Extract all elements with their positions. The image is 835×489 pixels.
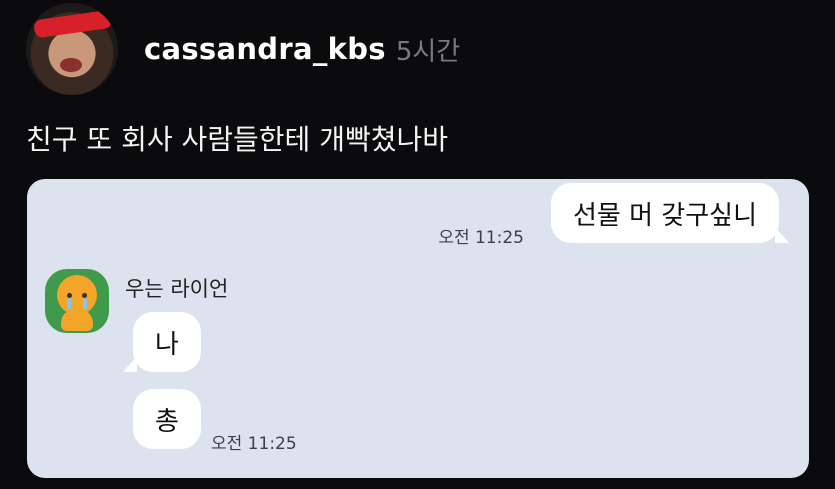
tear-icon <box>67 298 71 310</box>
post-time: 5시간 <box>395 36 461 67</box>
outgoing-message-bubble: 선물 머 갖구싶니 <box>551 183 789 243</box>
incoming-message-bubble: 나 <box>123 312 201 372</box>
username[interactable]: cassandra_kbs <box>144 32 386 66</box>
friend-name: 우는 라이언 <box>125 277 229 301</box>
incoming-message-time: 오전 11:25 <box>211 434 297 454</box>
avatar-headband <box>33 9 113 39</box>
bubble-tail <box>775 227 789 243</box>
post-text: 친구 또 회사 사람들한테 개빡쳤나바 <box>26 123 449 156</box>
incoming-message-text: 총 <box>155 406 179 437</box>
lion-body <box>61 309 93 331</box>
incoming-message-text: 나 <box>155 329 179 360</box>
post-header: cassandra_kbs 5시간 <box>26 3 461 95</box>
user-avatar[interactable] <box>26 3 118 95</box>
outgoing-message-time: 오전 11:25 <box>438 228 524 248</box>
bubble-tail <box>123 356 137 372</box>
avatar-mouth <box>60 58 82 72</box>
incoming-message-bubble: 총 <box>133 389 201 449</box>
outgoing-message-text: 선물 머 갖구싶니 <box>573 200 757 231</box>
friend-avatar-crying-lion <box>45 269 109 333</box>
chat-screenshot: 선물 머 갖구싶니 오전 11:25 우는 라이언 나 총 오전 11:25 <box>27 179 809 478</box>
tear-icon <box>83 298 87 310</box>
